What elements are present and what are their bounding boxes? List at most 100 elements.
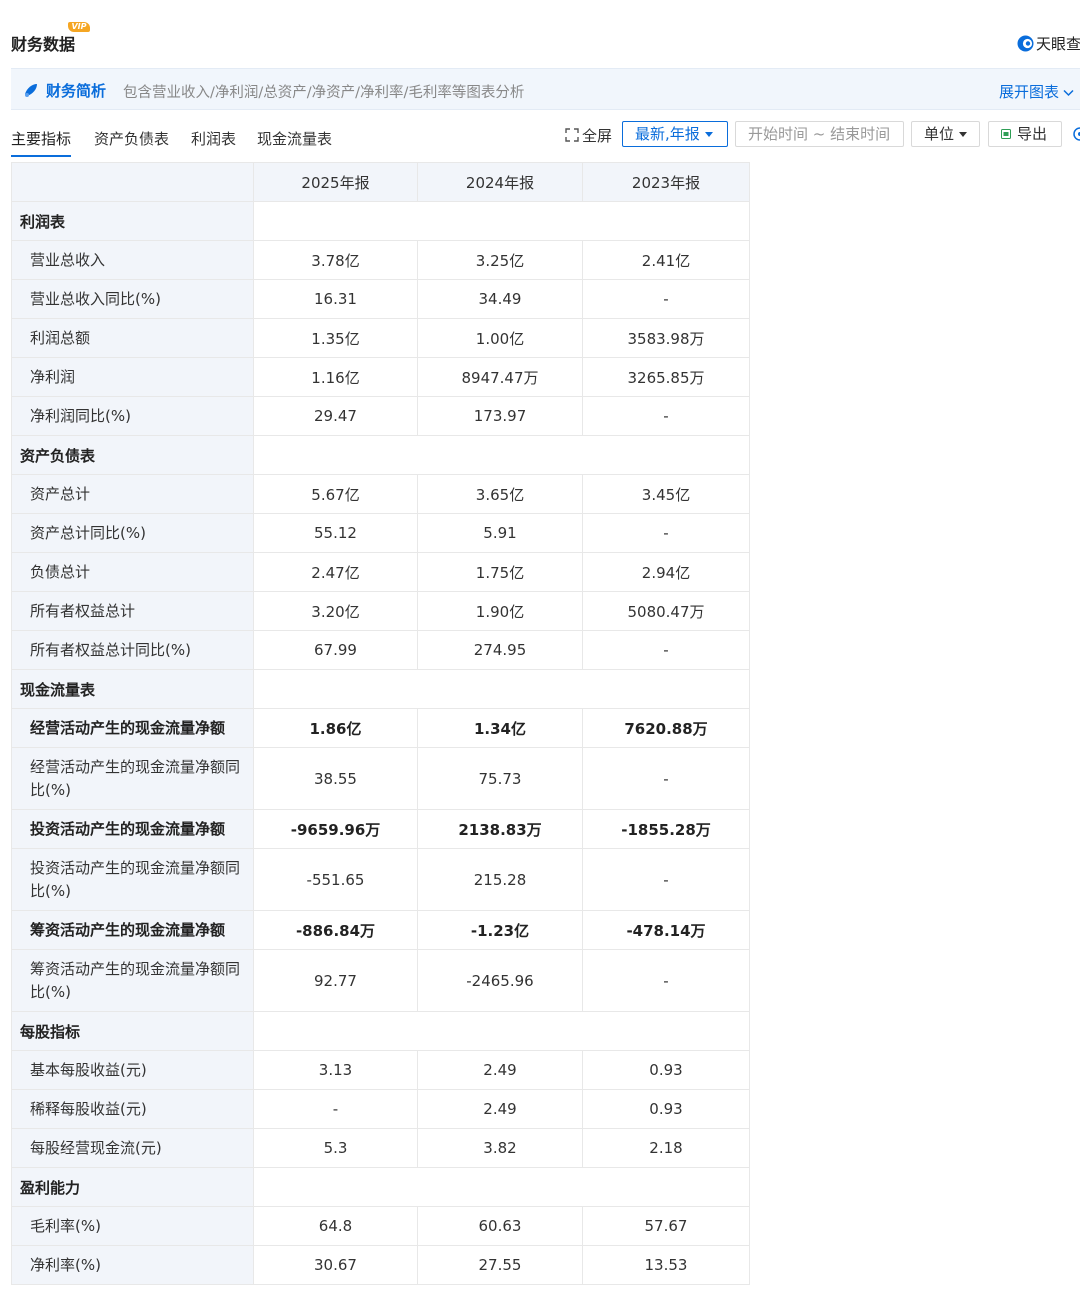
tab-main-indicators[interactable]: 主要指标 [11, 128, 72, 157]
row-label: 投资活动产生的现金流量净额同比(%) [11, 848, 254, 911]
row-label: 利润总额 [11, 318, 254, 358]
row-label-text: 稀释每股收益(元) [30, 1099, 147, 1118]
value-cell: 27.55 [417, 1245, 583, 1285]
value-cell: 3.82 [417, 1128, 583, 1168]
value-cell: -886.84万 [253, 910, 418, 950]
value-cell: 1.34亿 [417, 708, 583, 748]
value-cell: 1.90亿 [417, 591, 583, 631]
value-cell: 3.65亿 [417, 474, 583, 514]
section-fill [253, 201, 750, 241]
value-cell: 274.95 [417, 630, 583, 670]
expand-charts-button[interactable]: 展开图表 [999, 81, 1074, 102]
table-row: 负债总计 2.47亿 1.75亿 2.94亿 [11, 552, 750, 592]
section-row: 现金流量表 [11, 669, 750, 709]
row-label-text: 经营活动产生的现金流量净额 [30, 718, 226, 737]
analysis-icon [25, 84, 37, 97]
value-cell: 3.20亿 [253, 591, 418, 631]
value-cell: - [253, 1089, 418, 1129]
value-cell: 3.25亿 [417, 240, 583, 280]
table-row: 筹资活动产生的现金流量净额同比(%) 92.77 -2465.96- [11, 949, 750, 1012]
row-label: 筹资活动产生的现金流量净额同比(%) [11, 949, 254, 1012]
value-cell: 1.00亿 [417, 318, 583, 358]
summary-banner: 财务简析 包含营业收入/净利润/总资产/净资产/净利率/毛利率等图表分析 展开图… [11, 68, 1080, 110]
row-label: 负债总计 [11, 552, 254, 592]
value-cell: 5.67亿 [253, 474, 418, 514]
value-cell: 3.45亿 [582, 474, 750, 514]
row-label-text: 所有者权益总计同比(%) [30, 640, 191, 659]
section-fill [253, 1011, 750, 1051]
export-button[interactable]: 导出 [988, 121, 1062, 147]
caret-down-icon [704, 132, 713, 137]
value-cell: 67.99 [253, 630, 418, 670]
row-label: 营业总收入 [11, 240, 254, 280]
value-cell: 1.86亿 [253, 708, 418, 748]
row-label-text: 资产总计 [30, 484, 91, 503]
financial-table: 2025年报 2024年报 2023年报 利润表 营业总收入 3.78亿 3.25亿 2… [11, 162, 750, 1285]
tab-income-statement[interactable]: 利润表 [191, 128, 236, 155]
tab-cash-flow[interactable]: 现金流量表 [257, 128, 332, 155]
value-cell: -1.23亿 [417, 910, 583, 950]
table-row: 营业总收入同比(%) 16.31 34.49- [11, 279, 750, 319]
unit-select[interactable]: 单位 [911, 121, 980, 147]
value-cell: 16.31 [253, 279, 418, 319]
expand-charts-label: 展开图表 [998, 83, 1059, 101]
row-label-text: 筹资活动产生的现金流量净额 [30, 920, 226, 939]
value-cell: 3.78亿 [253, 240, 418, 280]
page-title: 财务数据 [11, 35, 76, 54]
value-cell: 3265.85万 [582, 357, 750, 397]
value-cell: 1.16亿 [253, 357, 418, 397]
value-cell: 2.41亿 [582, 240, 750, 280]
section-row: 资产负债表 [11, 435, 750, 475]
row-label: 资产总计同比(%) [11, 513, 254, 553]
table-row: 所有者权益总计同比(%) 67.99 274.95- [11, 630, 750, 670]
value-cell: - [582, 513, 750, 553]
row-label-text: 净利润同比(%) [30, 406, 131, 425]
row-label-text: 毛利率(%) [30, 1216, 101, 1235]
period-select[interactable]: 最新,年报 [622, 121, 728, 147]
row-label-text: 营业总收入 [30, 250, 106, 269]
row-label-text: 投资活动产生的现金流量净额 [30, 819, 226, 838]
settings-icon[interactable] [1070, 126, 1080, 142]
row-label-text: 基本每股收益(元) [30, 1060, 147, 1079]
row-label: 所有者权益总计同比(%) [11, 630, 254, 670]
fullscreen-button[interactable]: 全屏 [565, 125, 612, 146]
value-cell: - [582, 747, 750, 810]
value-cell: 215.28 [417, 848, 583, 911]
table-row: 经营活动产生的现金流量净额 1.86亿 1.34亿 7620.88万 [11, 708, 750, 748]
value-cell: 8947.47万 [417, 357, 583, 397]
export-label: 导出 [1017, 125, 1048, 143]
value-cell: 0.93 [582, 1089, 750, 1129]
table-body: 利润表营业总收入 3.78亿 3.25亿 2.41亿 营业总收入同比(%) 16.31 34… [11, 201, 750, 1285]
value-cell: 30.67 [253, 1245, 418, 1285]
brand-logo[interactable]: 天眼查 [1017, 33, 1080, 54]
value-cell: 3.13 [253, 1050, 418, 1090]
value-cell: 2138.83万 [417, 809, 583, 849]
table-corner-cell [11, 162, 254, 202]
value-cell: -551.65 [253, 848, 418, 911]
section-fill [253, 435, 750, 475]
row-label-text: 利润总额 [30, 328, 91, 347]
section-title: 盈利能力 [11, 1167, 254, 1207]
tab-balance-sheet[interactable]: 资产负债表 [94, 128, 169, 155]
table-row: 筹资活动产生的现金流量净额 -886.84万 -1.23亿 -478.14万 [11, 910, 750, 950]
row-label: 净利率(%) [11, 1245, 254, 1285]
banner-description: 包含营业收入/净利润/总资产/净资产/净利率/毛利率等图表分析 [123, 85, 525, 101]
vip-badge: VIP [68, 22, 90, 32]
value-cell: -2465.96 [417, 949, 583, 1012]
brand-name: 天眼查 [1036, 35, 1080, 53]
section-title: 资产负债表 [11, 435, 254, 475]
value-cell: 7620.88万 [582, 708, 750, 748]
value-cell: 34.49 [417, 279, 583, 319]
row-label: 投资活动产生的现金流量净额 [11, 809, 254, 849]
row-label: 稀释每股收益(元) [11, 1089, 254, 1129]
date-range-input[interactable]: 开始时间 ~ 结束时间 [735, 121, 904, 147]
table-row: 稀释每股收益(元) -2.49 0.93 [11, 1089, 750, 1129]
value-cell: -478.14万 [582, 910, 750, 950]
caret-down-icon [959, 132, 968, 137]
section-row: 利润表 [11, 201, 750, 241]
value-cell: -9659.96万 [253, 809, 418, 849]
row-label-text: 负债总计 [30, 562, 91, 581]
value-cell: 1.35亿 [253, 318, 418, 358]
row-label-text: 每股经营现金流(元) [30, 1138, 162, 1157]
value-cell: - [582, 848, 750, 911]
